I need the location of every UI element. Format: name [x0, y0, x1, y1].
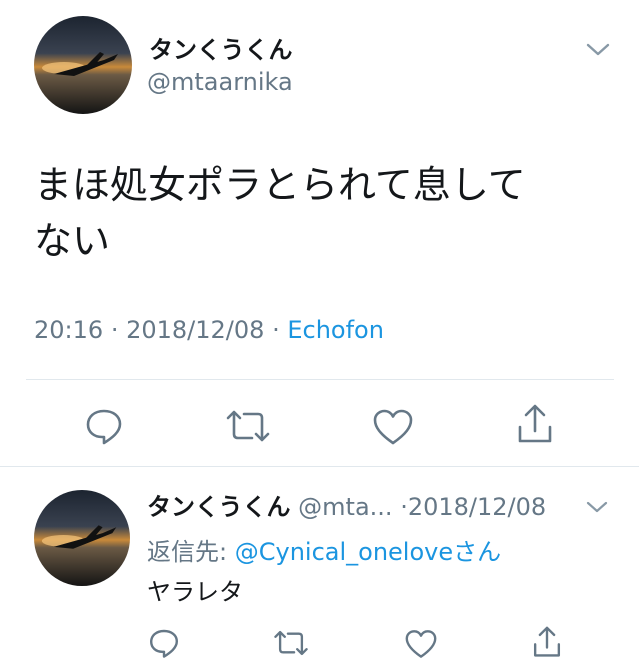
heart-icon[interactable] — [372, 408, 414, 446]
avatar-image — [42, 52, 118, 76]
display-name[interactable]: タンくうくん — [149, 30, 293, 65]
tweet-date[interactable]: 2018/12/08 — [408, 493, 546, 521]
client-link[interactable]: Echofon — [287, 316, 384, 344]
share-icon[interactable] — [532, 625, 562, 659]
reply-header: タンくうくん @mta... ·2018/12/08 — [147, 487, 546, 522]
reply-icon[interactable] — [84, 406, 124, 446]
tweet-date[interactable]: 2018/12/08 — [126, 316, 264, 344]
display-name[interactable]: タンくうくん — [147, 493, 291, 521]
heart-icon[interactable] — [404, 629, 438, 659]
tweet-text-line: まほ処女ポラとられて息して — [34, 163, 526, 207]
share-icon[interactable] — [516, 403, 554, 445]
reply-to-label: 返信先: — [147, 538, 228, 566]
retweet-icon[interactable] — [272, 629, 310, 657]
tweet-meta: 20:16 · 2018/12/08 · Echofon — [34, 316, 384, 344]
avatar[interactable] — [34, 490, 130, 586]
retweet-icon[interactable] — [224, 408, 272, 444]
reply-to-user-link[interactable]: @Cynical_oneloveさん — [235, 538, 501, 566]
avatar-image — [41, 525, 117, 549]
chevron-down-icon[interactable] — [585, 500, 609, 514]
tweet-text-line: ない — [34, 219, 111, 263]
meta-separator: · — [110, 316, 119, 344]
reply-context: 返信先: @Cynical_oneloveさん — [147, 532, 501, 567]
tweet-text: まほ処女ポラとられて息して ない — [34, 157, 614, 269]
reply-icon[interactable] — [148, 627, 180, 659]
reply-text: ヤラレタ — [147, 578, 243, 606]
chevron-down-icon[interactable] — [585, 42, 611, 58]
meta-separator: · — [272, 316, 280, 344]
tweet-time[interactable]: 20:16 — [34, 316, 103, 344]
username[interactable]: @mtaarnika — [147, 68, 293, 96]
meta-separator: · — [400, 493, 408, 521]
username[interactable]: @mta... — [298, 493, 392, 521]
avatar[interactable] — [34, 16, 132, 114]
divider — [26, 379, 614, 380]
divider — [0, 466, 639, 467]
